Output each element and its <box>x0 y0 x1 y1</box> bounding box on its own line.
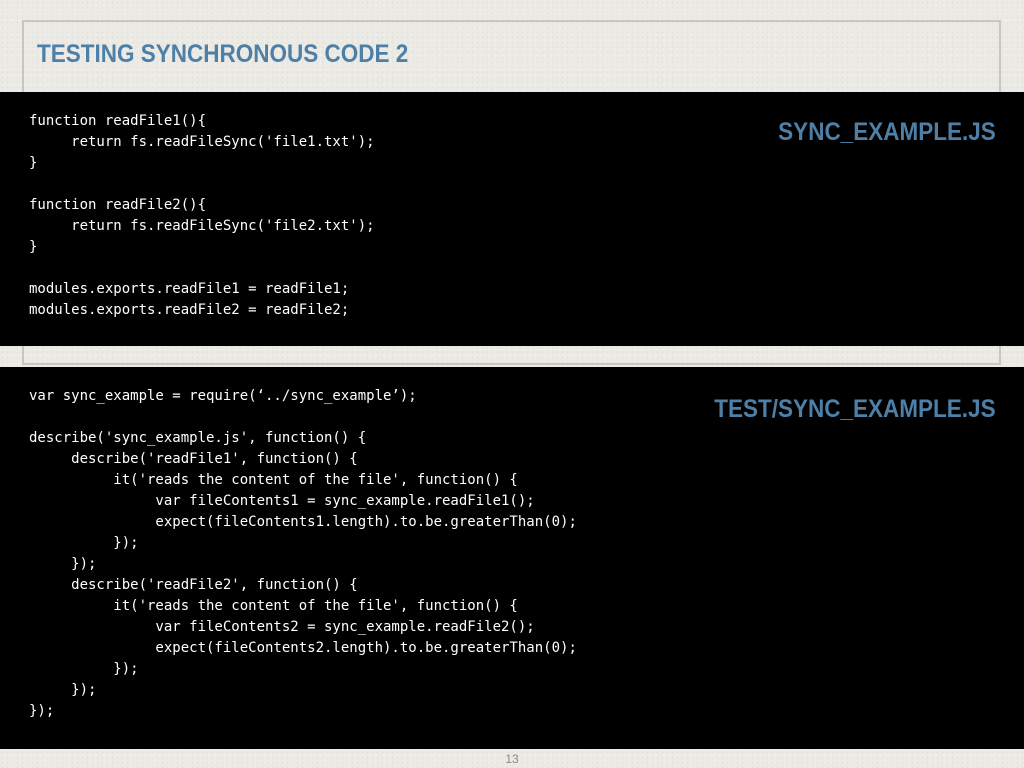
file-label-test-sync-example: TEST/SYNC_EXAMPLE.JS <box>714 395 996 423</box>
code-panel-test-sync-example: var sync_example = require(‘../sync_exam… <box>0 367 1024 749</box>
code-block-test-sync-example: var sync_example = require(‘../sync_exam… <box>29 388 577 719</box>
code-panel-sync-example: function readFile1(){ return fs.readFile… <box>0 92 1024 346</box>
slide-title: TESTING SYNCHRONOUS CODE 2 <box>37 40 409 68</box>
code-block-sync-example: function readFile1(){ return fs.readFile… <box>29 113 375 318</box>
file-label-sync-example: SYNC_EXAMPLE.JS <box>778 118 996 146</box>
page-number: 13 <box>505 752 519 766</box>
